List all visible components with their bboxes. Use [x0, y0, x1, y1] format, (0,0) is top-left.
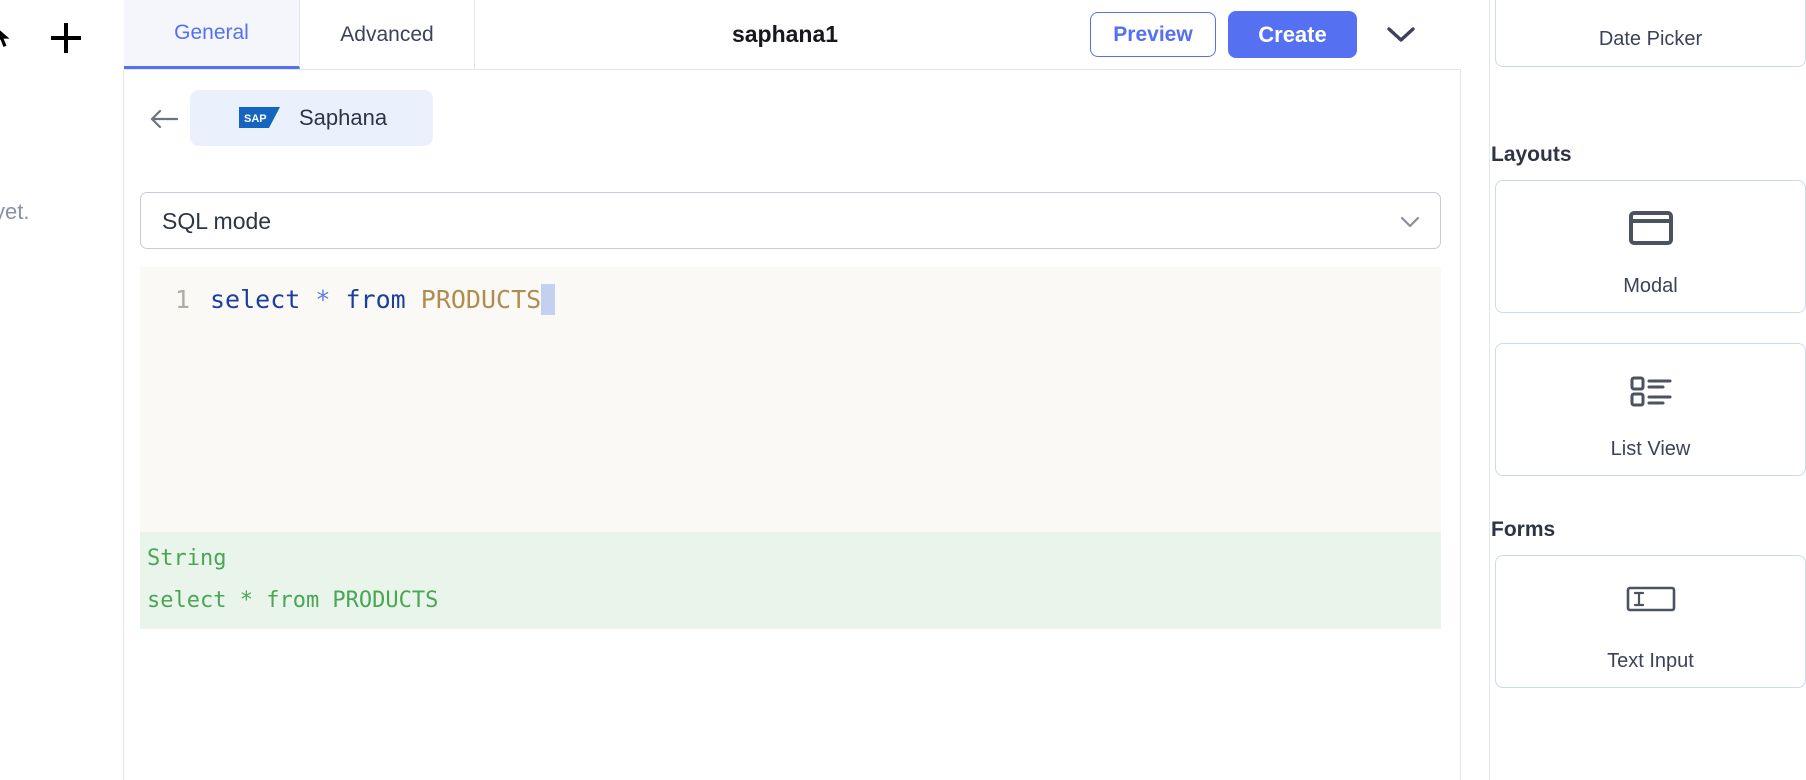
chevron-down-icon[interactable]	[1397, 209, 1423, 235]
section-heading-layouts: Layouts	[1491, 143, 1572, 166]
tab-general-label: General	[174, 21, 249, 44]
section-heading-forms: Forms	[1491, 518, 1556, 541]
widget-library-panel: Date Picker Layouts Modal List View Form…	[1491, 0, 1806, 780]
widget-card-list-view[interactable]: List View	[1495, 343, 1806, 476]
left-panel-empty-text: yet.	[0, 199, 30, 224]
result-value: select * from PRODUCTS	[147, 588, 439, 613]
widget-label-date-picker: Date Picker	[1598, 28, 1703, 50]
tab-general[interactable]: General	[124, 0, 300, 69]
preview-button-label: Preview	[1113, 22, 1193, 46]
page-title: saphana1	[731, 21, 839, 47]
tab-advanced-label: Advanced	[340, 22, 434, 46]
sql-mode-select[interactable]: SQL mode	[140, 192, 1441, 249]
left-panel-fragment: yet.	[0, 0, 124, 780]
text-input-icon	[1626, 583, 1676, 615]
modal-icon	[1628, 208, 1674, 248]
list-view-icon	[1628, 371, 1674, 411]
code-space-3	[406, 285, 421, 314]
code-space-1	[300, 285, 315, 314]
code-token-select: select	[210, 284, 301, 314]
app-root: yet. General Advanced saphana1 Preview C…	[0, 0, 1806, 780]
plus-icon-vertical	[64, 23, 68, 53]
code-token-star: *	[315, 284, 331, 314]
widget-card-date-picker[interactable]: Date Picker	[1495, 0, 1806, 67]
create-button[interactable]: Create	[1228, 11, 1357, 58]
widget-card-modal[interactable]: Modal	[1495, 180, 1806, 313]
code-token-table: PRODUCTS	[420, 284, 542, 314]
create-button-label: Create	[1258, 21, 1327, 47]
breadcrumb: SAP Saphana	[124, 70, 1461, 170]
date-picker-icon	[1628, 0, 1674, 1]
sql-code-editor[interactable]: 1 select * from PRODUCTS	[140, 267, 1441, 532]
widget-label-modal: Modal	[1623, 275, 1678, 297]
add-button[interactable]	[47, 19, 85, 57]
chevron-down-icon[interactable]	[1380, 16, 1422, 54]
query-editor-panel: General Advanced saphana1 Preview Create	[124, 0, 1461, 780]
query-result-preview: String select * from PRODUCTS	[140, 532, 1441, 629]
mouse-cursor-icon	[0, 26, 14, 50]
widget-label-list-view: List View	[1610, 438, 1691, 460]
editor-header: General Advanced saphana1 Preview Create	[124, 0, 1461, 70]
text-cursor	[541, 283, 556, 315]
code-token-from: from	[345, 284, 406, 314]
panel-divider	[1462, 0, 1490, 780]
code-line-1: 1 select * from PRODUCTS	[140, 280, 556, 318]
line-number: 1	[174, 284, 190, 314]
datasource-chip[interactable]: SAP Saphana	[190, 90, 433, 146]
preview-button[interactable]: Preview	[1090, 12, 1216, 57]
datasource-name: Saphana	[299, 105, 388, 130]
tab-advanced[interactable]: Advanced	[300, 0, 475, 69]
sql-mode-value: SQL mode	[162, 208, 272, 234]
svg-text:SAP: SAP	[244, 113, 267, 125]
widget-card-text-input[interactable]: Text Input	[1495, 555, 1806, 688]
left-toolbar	[0, 0, 124, 70]
widget-label-text-input: Text Input	[1607, 650, 1694, 672]
sap-logo-icon: SAP	[239, 107, 280, 128]
code-space-2	[330, 285, 345, 314]
result-type-label: String	[147, 546, 227, 571]
arrow-left-icon[interactable]	[145, 100, 183, 138]
